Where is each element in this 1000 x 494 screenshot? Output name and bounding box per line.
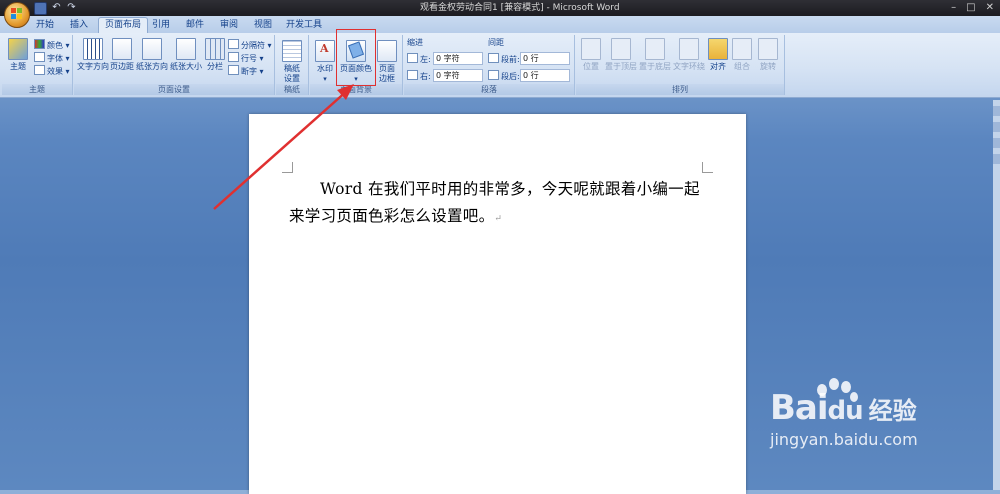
watermark-brand: Baidu: [770, 388, 864, 428]
watermark-url: jingyan.baidu.com: [770, 430, 918, 449]
baidu-jingyan-watermark: Baidu 经验 jingyan.baidu.com: [770, 388, 918, 449]
office-logo-icon: [11, 8, 22, 19]
watermark-brand-cn: 经验: [868, 397, 917, 425]
office-button[interactable]: [4, 2, 30, 28]
